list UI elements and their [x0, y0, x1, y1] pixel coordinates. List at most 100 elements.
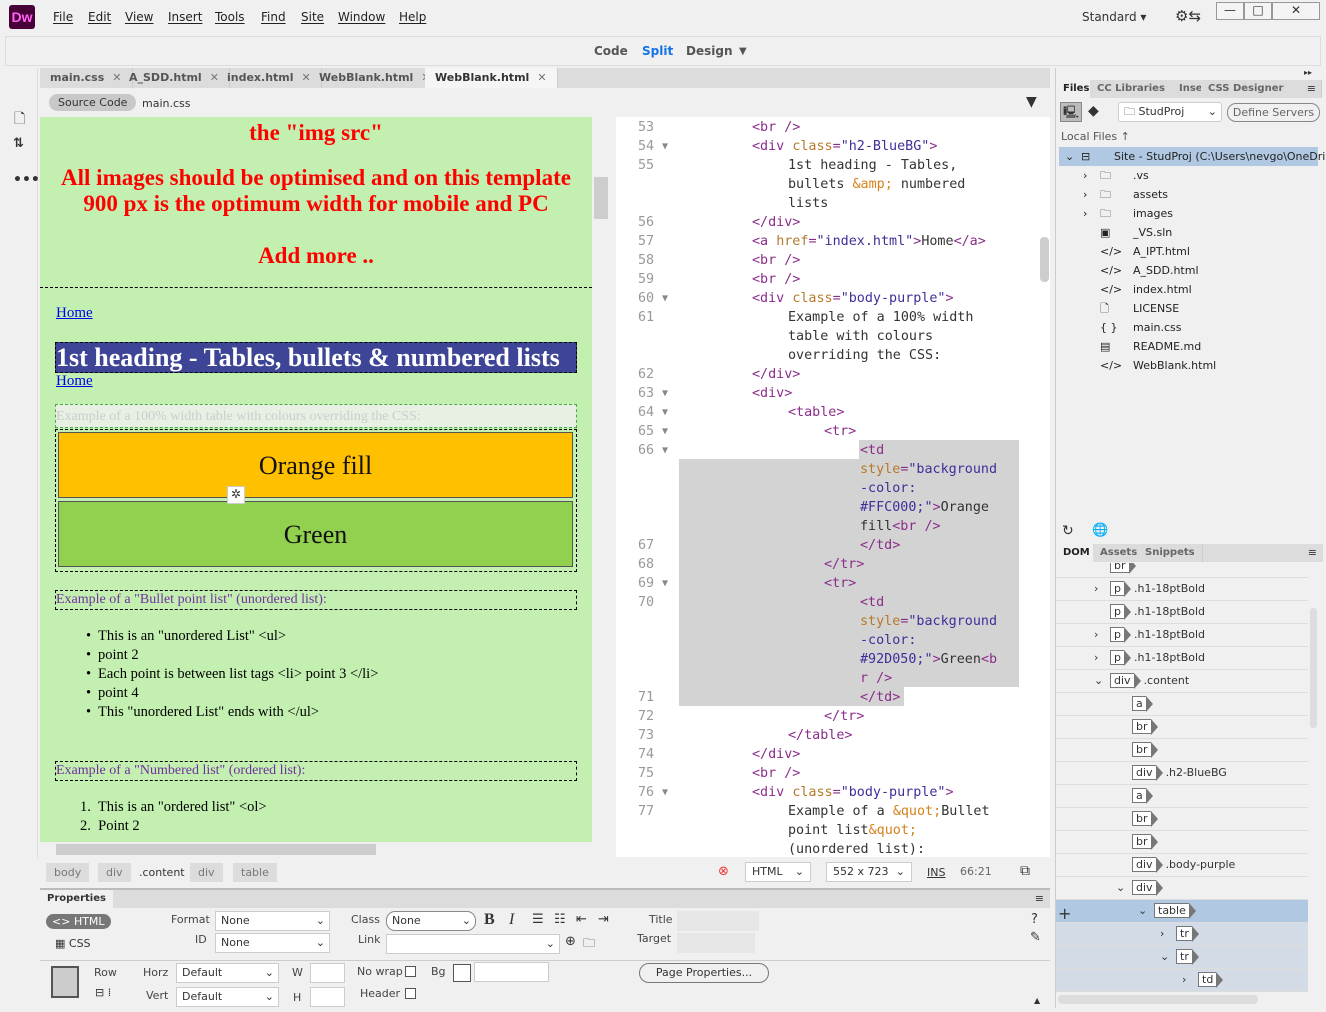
- unordered-list-button[interactable]: ☰: [532, 912, 544, 927]
- live-preview-icon[interactable]: ⧉: [1020, 863, 1030, 879]
- chevron-down-icon[interactable]: ⌄: [1160, 946, 1169, 968]
- tab-index[interactable]: index.html ✕: [217, 68, 322, 88]
- minimize-button[interactable]: —: [1216, 2, 1244, 20]
- collapse-panels-icon[interactable]: ▸▸: [1304, 68, 1312, 77]
- code-line[interactable]: 63 ▼ <div>: [616, 384, 1050, 403]
- code-line[interactable]: 74 </div>: [616, 745, 1050, 764]
- code-line[interactable]: 55 1st heading - Tables,: [616, 156, 1050, 175]
- code-line[interactable]: 65 ▼ <tr>: [616, 422, 1050, 441]
- home-link[interactable]: Home: [56, 305, 93, 322]
- chevron-down-icon[interactable]: ⌄: [1116, 877, 1125, 899]
- tab-snippets[interactable]: Snippets: [1138, 544, 1203, 562]
- chevron-right-icon[interactable]: ›: [1083, 185, 1087, 204]
- dom-node[interactable]: ⌄ tr: [1056, 946, 1308, 969]
- tab-a-sdd[interactable]: A_SDD.html ✕: [119, 68, 230, 88]
- filter-icon[interactable]: ▼: [1026, 94, 1037, 110]
- design-vertical-scrollbar[interactable]: [592, 117, 610, 842]
- code-line[interactable]: 61 Example of a 100% width: [616, 308, 1050, 327]
- horz-select[interactable]: Default ⌄: [176, 963, 279, 983]
- chevron-down-icon[interactable]: ⌄: [1094, 670, 1103, 692]
- nowrap-checkbox[interactable]: [405, 966, 416, 977]
- code-line[interactable]: 77 Example of a &quot;Bullet: [616, 802, 1050, 821]
- browse-folder-icon[interactable]: 🗀: [583, 934, 595, 955]
- target-select[interactable]: [677, 933, 755, 953]
- tag-selector-div[interactable]: div: [190, 863, 223, 882]
- code-line[interactable]: 58 <br />: [616, 251, 1050, 270]
- vert-select[interactable]: Default ⌄: [176, 987, 279, 1007]
- chevron-down-icon[interactable]: ⌄: [1138, 900, 1147, 922]
- html-mode-button[interactable]: <> HTML: [46, 914, 111, 929]
- code-line[interactable]: table with colours: [616, 327, 1050, 346]
- class-select[interactable]: None ⌄: [386, 911, 476, 931]
- home-link[interactable]: Home: [56, 373, 93, 390]
- close-tab-icon[interactable]: ✕: [537, 71, 546, 84]
- dom-node[interactable]: › p .h1-18ptBold: [1056, 624, 1308, 647]
- tab-cc-libraries[interactable]: CC Libraries: [1090, 80, 1173, 98]
- file-item[interactable]: › 🗀 assets: [1056, 185, 1318, 204]
- dom-node[interactable]: a: [1056, 693, 1308, 716]
- italic-button[interactable]: I: [509, 911, 514, 929]
- dom-node[interactable]: › p .h1-18ptBold: [1056, 647, 1308, 670]
- panel-menu-icon[interactable]: ≡: [1307, 82, 1316, 95]
- code-line[interactable]: 71 </td>: [616, 688, 1050, 707]
- code-line[interactable]: -color:: [616, 479, 1050, 498]
- point-to-file-icon[interactable]: ⊕: [565, 934, 576, 949]
- dom-scrollbar[interactable]: [1310, 608, 1317, 728]
- code-line[interactable]: 70 <td: [616, 593, 1050, 612]
- add-element-icon[interactable]: +: [1058, 904, 1071, 923]
- open-document-icon[interactable]: 🗋: [14, 108, 25, 132]
- code-line[interactable]: 73 </table>: [616, 726, 1050, 745]
- code-line[interactable]: overriding the CSS:: [616, 346, 1050, 365]
- id-select[interactable]: None ⌄: [215, 933, 330, 953]
- dom-node[interactable]: div .body-purple: [1056, 854, 1308, 877]
- width-input[interactable]: [310, 963, 345, 983]
- tab-dom[interactable]: DOM: [1056, 544, 1098, 562]
- workspace-switcher[interactable]: Standard ▾: [1082, 10, 1146, 24]
- fold-toggle-icon[interactable]: ▼: [662, 441, 668, 460]
- code-line[interactable]: 62 </div>: [616, 365, 1050, 384]
- bg-color-swatch[interactable]: [453, 964, 471, 982]
- tab-css-designer[interactable]: CSS Designer: [1201, 80, 1322, 98]
- dom-node[interactable]: a: [1056, 785, 1308, 808]
- scroll-thumb[interactable]: [56, 844, 376, 855]
- design-view[interactable]: the "img src" All images should be optim…: [40, 117, 592, 842]
- code-line[interactable]: -color:: [616, 631, 1050, 650]
- design-view-button[interactable]: Design: [686, 44, 733, 58]
- close-button[interactable]: ✕: [1272, 2, 1320, 20]
- bg-color-input[interactable]: [474, 962, 549, 982]
- tag-selector-class[interactable]: .content: [139, 866, 185, 879]
- dom-node[interactable]: p .h1-18ptBold: [1056, 601, 1308, 624]
- code-line[interactable]: (unordered list):: [616, 840, 1050, 857]
- tag-selector-table[interactable]: table: [233, 863, 277, 882]
- doc-type-select[interactable]: HTML ⌄: [745, 862, 811, 882]
- ordered-list-button[interactable]: ☷: [554, 912, 566, 927]
- file-item[interactable]: › 🗀 .vs: [1056, 166, 1318, 185]
- height-input[interactable]: [310, 987, 345, 1007]
- menu-window[interactable]: Window: [338, 10, 385, 24]
- code-line[interactable]: style="background: [616, 612, 1050, 631]
- code-line[interactable]: 75 <br />: [616, 764, 1050, 783]
- dom-node[interactable]: ⌄ div: [1056, 877, 1308, 900]
- dom-node[interactable]: div .h2-BlueBG: [1056, 762, 1308, 785]
- menu-insert[interactable]: Insert: [168, 10, 202, 24]
- dom-node[interactable]: › p .h1-18ptBold: [1056, 578, 1308, 601]
- code-line[interactable]: 72 </tr>: [616, 707, 1050, 726]
- merge-cells-icon[interactable]: ⊟ ⁞: [95, 986, 111, 999]
- chevron-right-icon[interactable]: ›: [1094, 647, 1098, 669]
- page-properties-button[interactable]: Page Properties...: [639, 963, 769, 983]
- indent-button[interactable]: ⇥: [598, 912, 609, 927]
- title-input[interactable]: [677, 911, 759, 931]
- menu-help[interactable]: Help: [399, 10, 426, 24]
- edit-rule-icon[interactable]: ✎: [1030, 930, 1041, 945]
- menu-site[interactable]: Site: [301, 10, 324, 24]
- menu-file[interactable]: File: [53, 10, 73, 24]
- code-scroll-thumb[interactable]: [1040, 237, 1049, 282]
- window-size-select[interactable]: 552 x 723 ⌄: [826, 862, 912, 882]
- menu-find[interactable]: Find: [261, 10, 286, 24]
- chevron-right-icon[interactable]: ›: [1094, 624, 1098, 646]
- chevron-right-icon[interactable]: ›: [1160, 923, 1164, 945]
- file-item[interactable]: ▣ _VS.sln: [1056, 223, 1318, 242]
- dom-node[interactable]: › td: [1056, 969, 1308, 992]
- dom-node[interactable]: › tr: [1056, 923, 1308, 946]
- code-line[interactable]: 53 <br />: [616, 118, 1050, 137]
